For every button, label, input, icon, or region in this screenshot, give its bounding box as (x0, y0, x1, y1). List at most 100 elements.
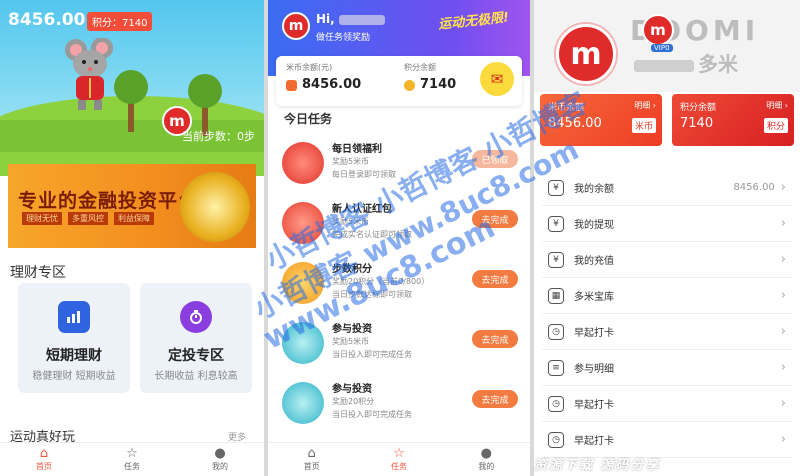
bottom-tab-bar: ⌂ 首页 ☆ 任务 ● 我的 (268, 442, 530, 476)
star-icon: ☆ (126, 446, 138, 461)
points-icon (404, 80, 415, 91)
fixed-invest-card[interactable]: 定投专区 长期收益 利息较高 (140, 283, 252, 393)
chevron-right-icon: › (780, 180, 786, 195)
banner-tags: 理财无忧 多重风控 利益保障 (22, 212, 154, 225)
tab-label: 任务 (390, 462, 407, 471)
card-subtitle: 稳健理财 短期收益 (32, 371, 116, 382)
task-item: 新人认证红包 奖励5米币 完成实名认证即可领取 去完成 (268, 196, 530, 254)
promo-banner[interactable]: 专业的金融投资平台 理财无忧 多重风控 利益保障 (8, 164, 256, 248)
coin-account-card[interactable]: 米币余额 8456.00 明细 › 米币 (540, 94, 662, 146)
alarm-clock-icon: ◷ (548, 395, 564, 412)
balance-amount: 8456.00 (8, 10, 86, 30)
vip-badge: VIP0 (651, 44, 673, 52)
investment-icon (282, 382, 324, 424)
chevron-right-icon: › (780, 324, 786, 339)
yuan-icon: ¥ (548, 179, 564, 196)
menu-label: 我的提现 (574, 220, 614, 231)
card-title: 短期理财 (46, 348, 102, 364)
user-icon: ● (214, 446, 226, 461)
blurred-username (634, 60, 694, 72)
task-desc: 当日投入即可完成任务 (332, 410, 412, 419)
gift-icon[interactable]: ✉ (480, 62, 514, 96)
account-value: 8456.00 (548, 116, 602, 131)
menu-item-checkin[interactable]: ◷ 早起打卡 › (542, 422, 792, 458)
menu-label: 早起打卡 (574, 400, 614, 411)
list-icon: ≡ (548, 359, 564, 376)
today-tasks-title: 今日任务 (284, 112, 333, 126)
tab-mine[interactable]: ● 我的 (176, 443, 264, 476)
task-button[interactable]: 已领取 (472, 150, 518, 168)
brand-name-cn: 多米 (698, 52, 738, 76)
task-title: 步数积分 (332, 264, 372, 275)
detail-link[interactable]: 明细 › (766, 100, 788, 111)
tree-icon (188, 74, 222, 108)
tab-home[interactable]: ⌂ 首页 (0, 443, 88, 476)
tab-mine[interactable]: ● 我的 (443, 443, 530, 476)
task-reward: 奖励5米币 (332, 337, 370, 346)
task-title: 参与投资 (332, 384, 372, 395)
section-title: 理财专区 (10, 265, 66, 281)
banner-tag: 多重风控 (68, 212, 108, 225)
task-button[interactable]: 去完成 (472, 390, 518, 408)
tab-home[interactable]: ⌂ 首页 (268, 443, 355, 476)
chevron-right-icon: › (780, 396, 786, 411)
alarm-clock-icon: ◷ (548, 323, 564, 340)
header-subtitle: 做任务领奖励 (316, 33, 371, 43)
menu-label: 参与明细 (574, 364, 614, 375)
bottom-caption: 资源下载 源码分享 (534, 458, 661, 473)
menu-label: 多米宝库 (574, 292, 614, 303)
account-label: 米币余额 (548, 103, 585, 113)
menu-value: 8456.00 (733, 182, 775, 193)
task-title: 每日领福利 (332, 144, 382, 155)
points-account-card[interactable]: 积分余额 7140 明细 › 积分 (672, 94, 794, 146)
banner-tag: 利益保障 (114, 212, 154, 225)
points-balance-label: 积分余额 (404, 63, 436, 72)
menu-item-checkin[interactable]: ◷ 早起打卡 › (542, 314, 792, 350)
menu-item-details[interactable]: ≡ 参与明细 › (542, 350, 792, 386)
home-screen: 8456.00 积分：7140 m 当前步数：0步 专业的金融投资平台 理财无忧… (0, 0, 264, 476)
gold-coins-image (180, 172, 250, 242)
tab-tasks[interactable]: ☆ 任务 (355, 443, 442, 476)
avatar[interactable]: m (556, 24, 616, 84)
red-envelope-icon (282, 202, 324, 244)
detail-link[interactable]: 明细 › (634, 100, 656, 111)
account-label: 积分余额 (680, 103, 717, 113)
menu-label: 早起打卡 (574, 328, 614, 339)
menu-label: 我的充值 (574, 256, 614, 267)
task-item: 步数积分 奖励20积分（当前0/800） 当日步数达标即可领取 去完成 (268, 256, 530, 314)
score-badge: 积分：7140 (87, 12, 153, 31)
menu-item-vault[interactable]: ▦ 多米宝库 › (542, 278, 792, 314)
task-desc: 当日步数达标即可领取 (332, 290, 412, 299)
tab-label: 首页 (303, 462, 320, 471)
task-desc: 当日投入即可完成任务 (332, 350, 412, 359)
task-reward: 奖励5米币 (332, 217, 370, 226)
menu-label: 早起打卡 (574, 436, 614, 447)
tab-tasks[interactable]: ☆ 任务 (88, 443, 176, 476)
task-button[interactable]: 去完成 (472, 330, 518, 348)
task-reward: 奖励20积分（当前0/800） (332, 277, 430, 286)
task-button[interactable]: 去完成 (472, 270, 518, 288)
slogan: 运动无极限! (437, 10, 510, 33)
task-desc: 每日登录即可领取 (332, 170, 396, 179)
menu-item-withdraw[interactable]: ¥ 我的提现 › (542, 206, 792, 242)
yuan-icon: ¥ (548, 215, 564, 232)
home-icon: ⌂ (39, 446, 49, 461)
home-icon: ⌂ (307, 446, 316, 461)
menu-label: 我的余额 (574, 184, 614, 195)
alarm-clock-icon: ◷ (548, 431, 564, 448)
account-badge: 积分 (763, 118, 788, 133)
short-term-card[interactable]: 短期理财 稳健理财 短期收益 (18, 283, 130, 393)
blurred-username (338, 14, 385, 25)
menu-item-balance[interactable]: ¥ 我的余额 8456.00 › (542, 170, 792, 206)
card-subtitle: 长期收益 利息较高 (154, 371, 238, 382)
vault-icon: ▦ (548, 287, 564, 304)
bar-chart-icon (58, 301, 90, 333)
coin-balance-label: 米币余额(元) (286, 63, 333, 72)
task-reward: 奖励20积分 (332, 397, 375, 406)
stopwatch-icon (180, 301, 212, 333)
menu-item-recharge[interactable]: ¥ 我的充值 › (542, 242, 792, 278)
card-title: 定投专区 (168, 348, 224, 364)
chevron-right-icon: › (780, 360, 786, 375)
task-button[interactable]: 去完成 (472, 210, 518, 228)
menu-item-checkin[interactable]: ◷ 早起打卡 › (542, 386, 792, 422)
